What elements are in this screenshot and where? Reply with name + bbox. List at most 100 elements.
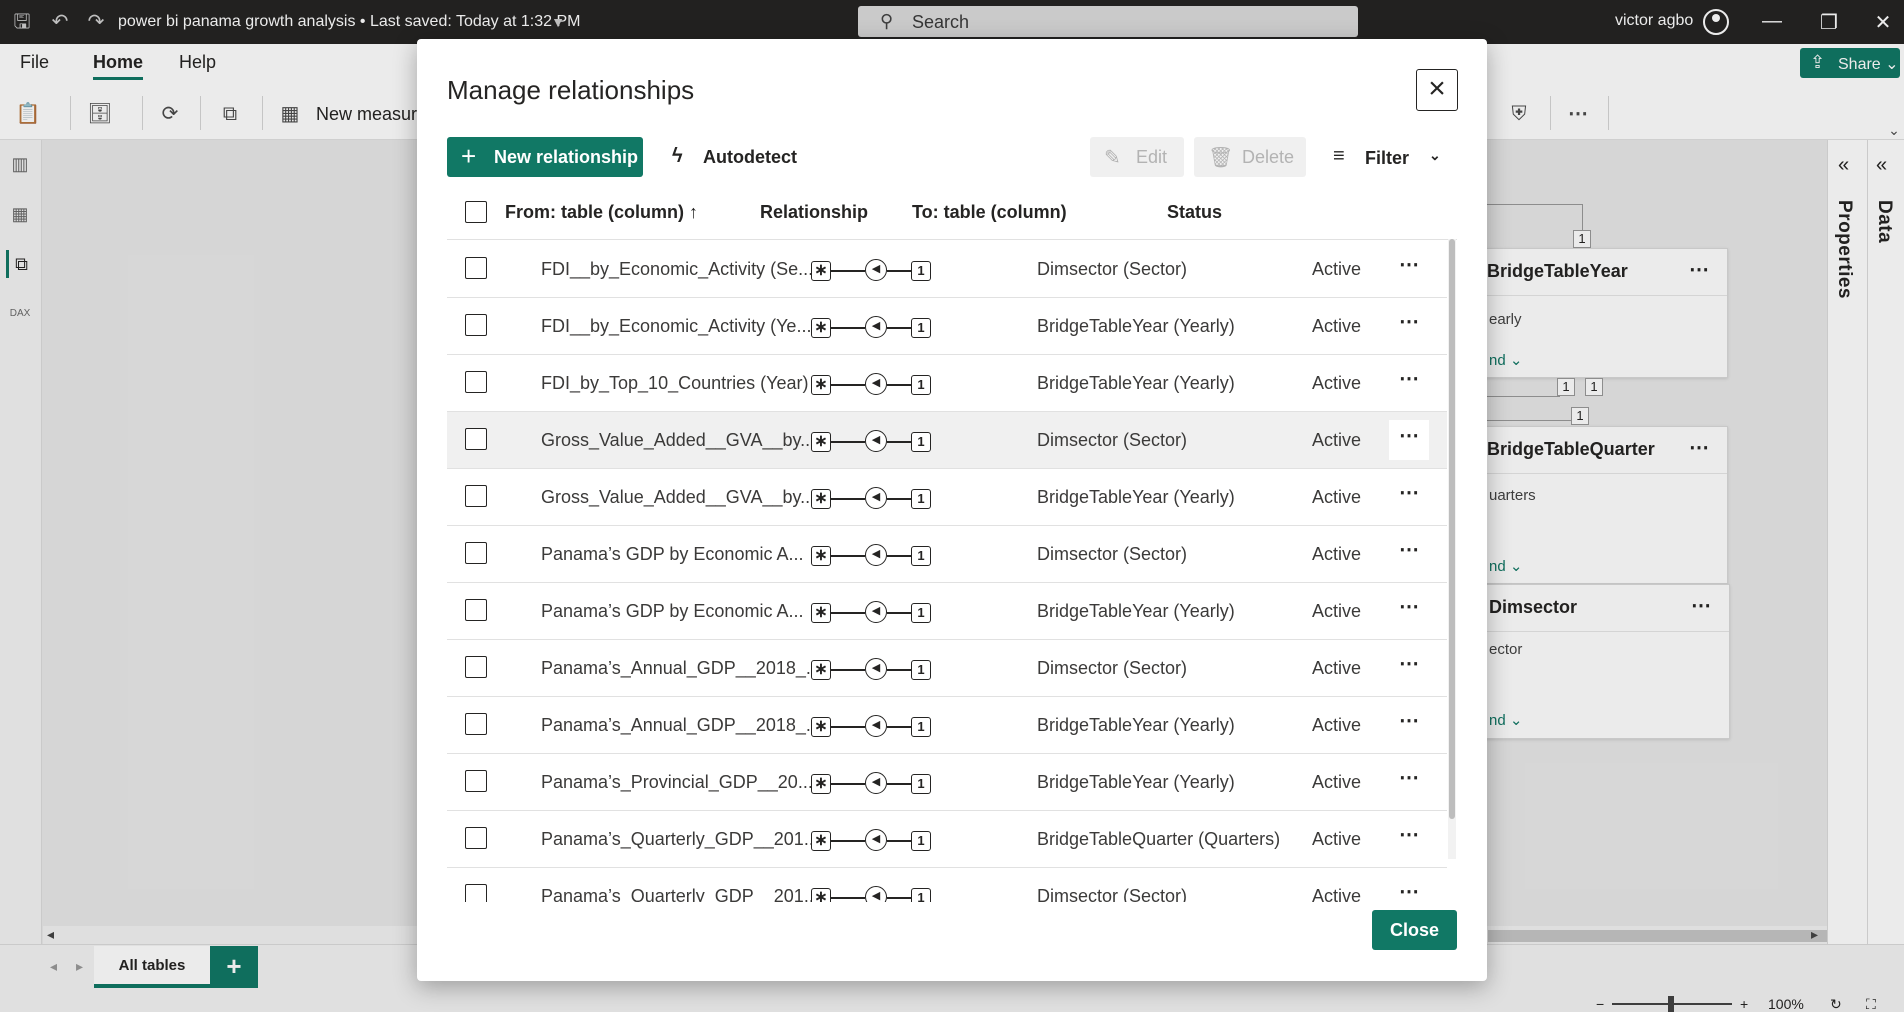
- relationship-line: [887, 270, 913, 272]
- relationship-line: [887, 726, 913, 728]
- relationship-line: [831, 498, 865, 500]
- table-row[interactable]: Gross_Value_Added__GVA__by... ∗ ◀ 1 Dimsecto…: [447, 412, 1447, 469]
- relationship-cardinality: ∗ ◀ 1: [811, 715, 933, 739]
- relationship-line: [831, 270, 865, 272]
- many-cardinality-icon: ∗: [811, 660, 831, 680]
- table-row[interactable]: FDI_by_Top_10_Countries (Year) ∗ ◀ 1 BridgeT…: [447, 355, 1447, 412]
- new-relationship-button[interactable]: + New relationship: [447, 137, 643, 177]
- row-checkbox[interactable]: [465, 542, 487, 564]
- delete-label: Delete: [1242, 147, 1295, 167]
- more-options-icon[interactable]: ⋯: [1389, 420, 1429, 460]
- more-options-icon[interactable]: ⋯: [1389, 819, 1429, 859]
- more-options-icon[interactable]: ⋯: [1389, 534, 1429, 574]
- row-checkbox[interactable]: [465, 884, 487, 902]
- lightning-icon: ϟ: [672, 145, 683, 167]
- dialog-title: Manage relationships: [447, 75, 695, 105]
- relationship-cardinality: ∗ ◀ 1: [811, 829, 933, 853]
- close-button[interactable]: Close: [1372, 910, 1457, 950]
- row-checkbox[interactable]: [465, 599, 487, 621]
- edit-label: Edit: [1136, 147, 1168, 167]
- row-checkbox[interactable]: [465, 371, 487, 393]
- from-table-column: Panama’s GDP by Economic A...: [541, 601, 804, 621]
- single-direction-icon: ◀: [865, 715, 887, 737]
- table-row[interactable]: Panama’s GDP by Economic A... ∗ ◀ 1 Dimsecto…: [447, 526, 1447, 583]
- relationship-line: [887, 840, 913, 842]
- scrollbar-thumb[interactable]: [1449, 239, 1455, 819]
- column-header-to[interactable]: To: table (column): [912, 202, 1067, 223]
- one-cardinality-icon: 1: [911, 432, 931, 452]
- from-table-column: FDI_by_Top_10_Countries (Year): [541, 373, 809, 393]
- relationship-cardinality: ∗ ◀ 1: [811, 601, 933, 625]
- row-checkbox[interactable]: [465, 713, 487, 735]
- row-checkbox[interactable]: [465, 656, 487, 678]
- to-table-column: Dimsector (Sector): [1037, 886, 1188, 902]
- relationship-line: [887, 783, 913, 785]
- table-row[interactable]: Panama’s_Quarterly_GDP__201... ∗ ◀ 1 BridgeT…: [447, 811, 1447, 868]
- more-options-icon[interactable]: ⋯: [1389, 876, 1429, 902]
- more-options-icon[interactable]: ⋯: [1389, 477, 1429, 517]
- status-text: Active: [1312, 487, 1362, 507]
- row-checkbox[interactable]: [465, 314, 487, 336]
- status-text: Active: [1312, 829, 1362, 849]
- many-cardinality-icon: ∗: [811, 603, 831, 623]
- table-row[interactable]: Panama’s_Annual_GDP__2018_... ∗ ◀ 1 Dimsecto…: [447, 640, 1447, 697]
- relationship-line: [831, 555, 865, 557]
- table-row[interactable]: FDI__by_Economic_Activity (Se... ∗ ◀ 1 Dimse…: [447, 241, 1447, 298]
- column-header-from[interactable]: From: table (column) ↑: [505, 202, 698, 223]
- status-text: Active: [1312, 544, 1362, 564]
- many-cardinality-icon: ∗: [811, 375, 831, 395]
- to-table-column: BridgeTableYear (Yearly): [1037, 316, 1235, 336]
- row-checkbox[interactable]: [465, 827, 487, 849]
- table-row[interactable]: Panama’s_Quarterly_GDP__201... ∗ ◀ 1 Dimsect…: [447, 868, 1447, 902]
- more-options-icon[interactable]: ⋯: [1389, 306, 1429, 346]
- single-direction-icon: ◀: [865, 430, 887, 452]
- relationship-line: [831, 897, 865, 899]
- to-table-column: BridgeTableYear (Yearly): [1037, 373, 1235, 393]
- single-direction-icon: ◀: [865, 601, 887, 623]
- table-row[interactable]: Panama’s GDP by Economic A... ∗ ◀ 1 BridgeTa…: [447, 583, 1447, 640]
- status-text: Active: [1312, 259, 1362, 279]
- relationship-line: [887, 669, 913, 671]
- more-options-icon[interactable]: ⋯: [1389, 249, 1429, 289]
- select-all-checkbox[interactable]: [465, 201, 487, 223]
- edit-button[interactable]: ✎ Edit: [1090, 137, 1184, 177]
- to-table-column: BridgeTableYear (Yearly): [1037, 487, 1235, 507]
- column-header-relationship[interactable]: Relationship: [760, 202, 868, 223]
- relationship-line: [887, 612, 913, 614]
- relationship-line: [831, 441, 865, 443]
- many-cardinality-icon: ∗: [811, 546, 831, 566]
- table-scrollbar[interactable]: [1448, 239, 1456, 859]
- status-text: Active: [1312, 430, 1362, 450]
- more-options-icon[interactable]: ⋯: [1389, 648, 1429, 688]
- one-cardinality-icon: 1: [911, 375, 931, 395]
- relationship-line: [887, 384, 913, 386]
- column-header-status[interactable]: Status: [1167, 202, 1222, 223]
- table-row[interactable]: FDI__by_Economic_Activity (Ye... ∗ ◀ 1 Bridg…: [447, 298, 1447, 355]
- more-options-icon[interactable]: ⋯: [1389, 591, 1429, 631]
- relationship-cardinality: ∗ ◀ 1: [811, 772, 933, 796]
- from-table-column: Gross_Value_Added__GVA__by...: [541, 487, 816, 507]
- row-checkbox[interactable]: [465, 428, 487, 450]
- close-icon[interactable]: ×: [1416, 69, 1458, 111]
- single-direction-icon: ◀: [865, 259, 887, 281]
- row-checkbox[interactable]: [465, 257, 487, 279]
- table-row[interactable]: Gross_Value_Added__GVA__by... ∗ ◀ 1 BridgeTa…: [447, 469, 1447, 526]
- many-cardinality-icon: ∗: [811, 831, 831, 851]
- relationship-line: [887, 498, 913, 500]
- more-options-icon[interactable]: ⋯: [1389, 363, 1429, 403]
- delete-button[interactable]: 🗑 Delete: [1194, 137, 1306, 177]
- status-text: Active: [1312, 886, 1362, 902]
- status-text: Active: [1312, 373, 1362, 393]
- row-checkbox[interactable]: [465, 485, 487, 507]
- table-row[interactable]: Panama’s_Provincial_GDP__20... ∗ ◀ 1 BridgeT…: [447, 754, 1447, 811]
- pencil-icon: ✎: [1104, 147, 1121, 169]
- more-options-icon[interactable]: ⋯: [1389, 762, 1429, 802]
- from-table-column: FDI__by_Economic_Activity (Se...: [541, 259, 814, 279]
- more-options-icon[interactable]: ⋯: [1389, 705, 1429, 745]
- table-row[interactable]: Panama’s_Annual_GDP__2018_... ∗ ◀ 1 BridgeTa…: [447, 697, 1447, 754]
- single-direction-icon: ◀: [865, 886, 887, 902]
- status-text: Active: [1312, 601, 1362, 621]
- trash-icon: 🗑: [1208, 147, 1234, 169]
- row-checkbox[interactable]: [465, 770, 487, 792]
- from-table-column: Panama’s_Annual_GDP__2018_...: [541, 658, 821, 678]
